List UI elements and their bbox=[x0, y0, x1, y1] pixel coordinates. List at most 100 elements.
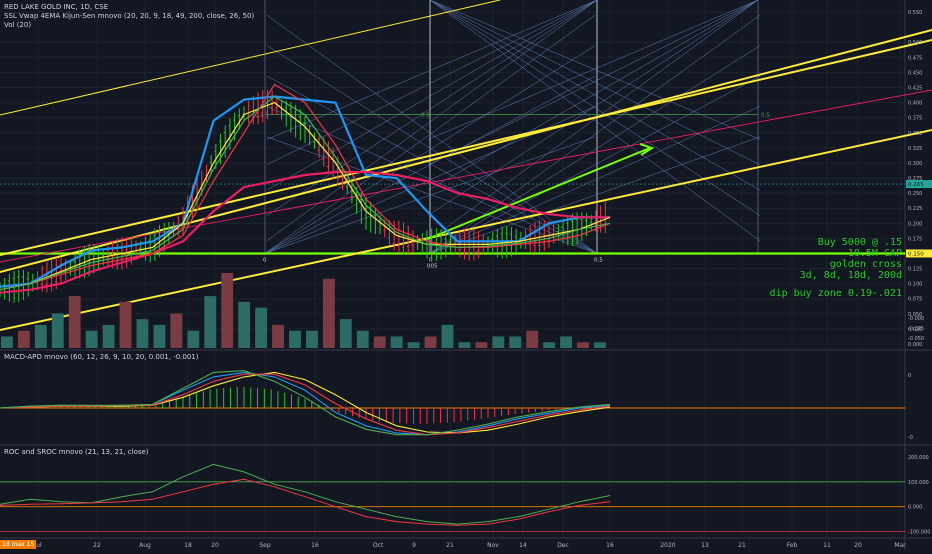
chart-svg[interactable]: 0.5 0.5 0.50 0 0.5005 Jul 22 Aug 18 20 Sep 16 Oct 9 2… bbox=[0, 0, 932, 550]
x-tick-label: 16 bbox=[311, 542, 319, 549]
y-tick-label: 0.225 bbox=[908, 206, 922, 212]
y-tick-label: 0.425 bbox=[908, 85, 922, 91]
volume-bar bbox=[272, 324, 284, 348]
volume-bar bbox=[85, 330, 98, 348]
volume-bar bbox=[492, 336, 505, 348]
fib-level-label: 0.5 bbox=[421, 113, 430, 119]
x-tick-label: 14 bbox=[519, 542, 527, 549]
volume-bar bbox=[102, 324, 115, 348]
roc-tick-label: 0.000 bbox=[908, 505, 922, 511]
fib-level-label: 0.5 bbox=[594, 257, 603, 263]
y-tick-label: 0.325 bbox=[908, 146, 922, 152]
volume-bar bbox=[255, 307, 268, 348]
macd-tick-label: -0 bbox=[908, 435, 913, 441]
volume-bar bbox=[68, 296, 81, 348]
volume-bar bbox=[322, 278, 335, 348]
macd-pane-label[interactable]: MACD-APO mnovo (60, 12, 26, 9, 10, 20, 0… bbox=[4, 353, 199, 362]
x-tick-label: Aug bbox=[139, 542, 151, 549]
volume-bar bbox=[306, 330, 318, 348]
volume-bar bbox=[407, 342, 420, 348]
volume-bar bbox=[339, 319, 352, 348]
volume-bar bbox=[373, 336, 386, 348]
annotation-cap: 10.5M CAP bbox=[847, 248, 902, 259]
volume-bar bbox=[153, 324, 166, 348]
x-tick-label: Nov bbox=[487, 542, 499, 549]
x-tick-label: 18 bbox=[184, 542, 192, 549]
roc-tick-label: 200.000 bbox=[908, 455, 929, 461]
volume-bar bbox=[17, 330, 30, 348]
chart-stage[interactable]: 0.5 0.5 0.5 0 0 0.5 005 Jul 22 Aug 18 20 Sep 16 Oct 9 2… bbox=[0, 0, 932, 550]
volume-bar bbox=[238, 301, 251, 348]
volume-bar bbox=[526, 330, 539, 348]
symbol-title: RED LAKE GOLD INC, 1D, CSE bbox=[4, 3, 109, 11]
annotation-dip-zone: dip buy zone 0.19-.021 bbox=[769, 288, 902, 299]
volume-bar bbox=[187, 330, 200, 348]
y-tick-label: 0.100 bbox=[908, 282, 922, 288]
fib-level-label: 0.5 bbox=[761, 113, 770, 119]
x-tick-label: Feb bbox=[787, 542, 798, 549]
y-tick-label: 0.200 bbox=[908, 221, 922, 227]
y-tick-label: 0.000 bbox=[908, 342, 922, 348]
y-tick-label: 0.400 bbox=[908, 101, 922, 107]
y-tick-label: 0.075 bbox=[908, 297, 922, 303]
volume-bar bbox=[34, 324, 47, 348]
volume-bar bbox=[119, 301, 132, 348]
fib-level-label: 0 bbox=[263, 257, 267, 263]
volume-bar bbox=[136, 319, 149, 348]
volume-bar bbox=[458, 342, 471, 348]
indicator-legend-ssl[interactable]: SSL Vwap 4EMA Kijun-Sen mnovo (20, 20, 9… bbox=[4, 12, 254, 21]
volume-tick-label: -0.000 bbox=[908, 316, 924, 322]
y-tick-label: 0.300 bbox=[908, 161, 922, 167]
y-tick-label: 0.500 bbox=[908, 40, 922, 46]
x-tick-label: Sep bbox=[259, 542, 271, 549]
volume-bar bbox=[441, 324, 454, 348]
x-tick-label: Dec bbox=[557, 542, 569, 549]
volume-bar bbox=[356, 330, 369, 348]
y-tick-label: 0.375 bbox=[908, 116, 922, 122]
macd-tick-label: 0 bbox=[908, 373, 911, 379]
volume-bar bbox=[390, 336, 403, 348]
price-badge-label: 0.150 bbox=[908, 251, 924, 257]
price-badge-label: 0.265 bbox=[908, 182, 924, 188]
volume-bar bbox=[475, 342, 488, 348]
y-tick-label: 0.550 bbox=[908, 10, 922, 16]
roc-pane-label[interactable]: ROC and SROC mnovo (21, 13, 21, close) bbox=[4, 448, 149, 457]
y-tick-label: 0.250 bbox=[908, 191, 922, 197]
x-tick-label: 21 bbox=[446, 542, 454, 549]
roc-tick-label: 100.000 bbox=[908, 480, 929, 486]
x-tick-label: Oct bbox=[373, 542, 384, 549]
volume-bar bbox=[170, 313, 183, 348]
y-tick-label: 0.450 bbox=[908, 70, 922, 76]
x-tick-label: 13 bbox=[701, 542, 709, 549]
annotation-ma-periods: 3d, 8d, 18d, 200d bbox=[799, 270, 902, 281]
volume-bar bbox=[509, 336, 522, 348]
volume-bar bbox=[577, 342, 589, 348]
y-tick-label: 0.125 bbox=[908, 267, 922, 273]
volume-bar bbox=[594, 342, 606, 348]
timeframe-badge[interactable]: 1d max 15 bbox=[0, 540, 37, 549]
volume-bar bbox=[204, 296, 217, 348]
volume-bar bbox=[543, 342, 556, 348]
y-tick-label: 0.350 bbox=[908, 131, 922, 137]
volume-bar bbox=[560, 336, 573, 348]
roc-tick-label: -100.000 bbox=[908, 530, 930, 536]
x-tick-label: 16 bbox=[606, 542, 614, 549]
volume-bar bbox=[424, 336, 437, 348]
x-tick-label: 11 bbox=[823, 542, 831, 549]
x-tick-label: 21 bbox=[738, 542, 746, 549]
volume-bar bbox=[51, 313, 64, 348]
volume-tick-label: -0.050 bbox=[908, 336, 924, 342]
y-tick-label: 0.475 bbox=[908, 55, 922, 61]
annotation-golden-cross: golden cross bbox=[829, 259, 902, 270]
x-tick-label: 9 bbox=[412, 542, 416, 549]
volume-bar bbox=[1, 336, 13, 348]
x-tick-label: 20 bbox=[211, 542, 219, 549]
y-tick-label: 0.175 bbox=[908, 236, 922, 242]
annotation-buy: Buy 5000 @ .15 bbox=[817, 237, 902, 248]
indicator-legend-vol[interactable]: Vol (20) bbox=[4, 21, 31, 30]
x-tick-label: Mar bbox=[894, 542, 906, 549]
volume-bar bbox=[221, 273, 234, 348]
x-tick-label: 22 bbox=[93, 542, 101, 549]
x-tick-label: 20 bbox=[854, 542, 862, 549]
volume-bar bbox=[289, 330, 301, 348]
